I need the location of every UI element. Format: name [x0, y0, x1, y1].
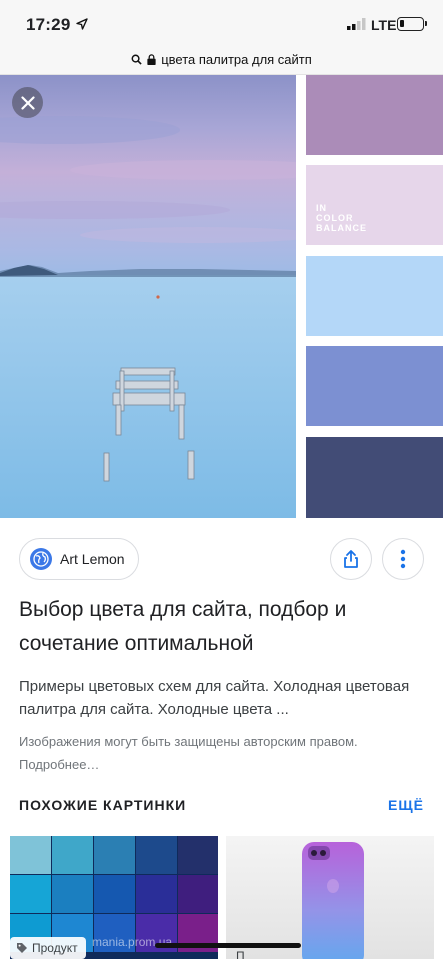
color-grid-cell: [10, 875, 51, 913]
close-icon: [20, 95, 35, 110]
result-title[interactable]: Выбор цвета для сайта, подбор и сочетани…: [19, 593, 423, 661]
color-grid-cell: [94, 836, 135, 874]
search-icon: [131, 54, 142, 65]
product-badge: П: [236, 949, 245, 959]
palette-swatch: [306, 256, 443, 336]
palette-label: IN COLOR BALANCE: [316, 203, 367, 233]
badge-label: Продукт: [32, 941, 78, 955]
palette-swatch: IN COLOR BALANCE: [306, 165, 443, 245]
color-grid-cell: [52, 875, 93, 913]
more-vertical-icon: [400, 549, 406, 569]
palette-swatch: [306, 346, 443, 426]
palette-swatch: [306, 437, 443, 518]
address-bar[interactable]: цвета палитра для сайтп: [0, 44, 443, 75]
palette-swatch: [306, 75, 443, 155]
color-grid-cell: [52, 836, 93, 874]
battery-icon: [397, 17, 427, 31]
home-indicator[interactable]: [155, 943, 301, 948]
share-button[interactable]: [330, 538, 372, 580]
color-grid-cell: [10, 836, 51, 874]
lake-pier-photo: [0, 116, 296, 518]
status-bar: 17:29 LTE: [0, 0, 443, 44]
location-arrow-icon: [76, 18, 88, 30]
share-icon: [344, 550, 358, 568]
preview-image[interactable]: [0, 75, 296, 518]
phone-case-photo: [302, 842, 364, 959]
network-type: LTE: [371, 17, 397, 33]
tag-icon: [17, 943, 27, 953]
color-grid-cell: [94, 875, 135, 913]
cellular-signal-icon: [347, 18, 366, 30]
more-options-button[interactable]: [382, 538, 424, 580]
close-button[interactable]: [12, 87, 43, 118]
status-time: 17:29: [26, 15, 71, 34]
lock-icon: [147, 53, 156, 65]
globe-icon: [30, 548, 52, 570]
copyright-notice[interactable]: Изображения могут быть защищены авторски…: [19, 730, 423, 776]
color-grid-cell: [136, 875, 177, 913]
color-grid-cell: [178, 836, 218, 874]
source-chip[interactable]: Art Lemon: [19, 538, 139, 580]
source-name: Art Lemon: [60, 551, 125, 567]
url-text: цвета палитра для сайтп: [161, 51, 312, 67]
product-badge: Продукт: [10, 937, 86, 959]
similar-thumbnail[interactable]: [226, 836, 434, 959]
result-description: Примеры цветовых схем для сайта. Холодна…: [19, 678, 410, 718]
color-grid-cell: [178, 875, 218, 913]
more-link[interactable]: ЕЩЁ: [388, 797, 424, 813]
color-grid-cell: [136, 836, 177, 874]
similar-images-heading: ПОХОЖИЕ КАРТИНКИ: [19, 797, 187, 813]
battery-level: [400, 20, 405, 27]
color-palette: IN COLOR BALANCE: [296, 75, 443, 518]
